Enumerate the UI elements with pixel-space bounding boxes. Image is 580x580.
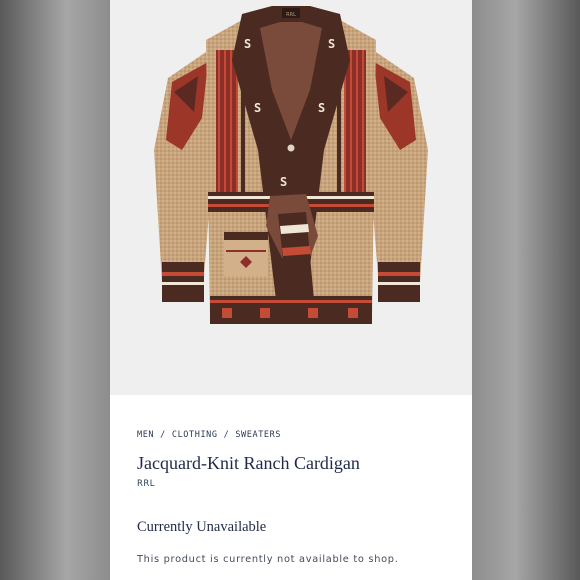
product-info: MEN / CLOTHING / SWEATERS Jacquard-Knit … — [110, 395, 472, 580]
availability-status: Currently Unavailable — [137, 519, 267, 535]
product-title: Jacquard-Knit Ranch Cardigan — [137, 453, 360, 473]
cardigan-illustration: S S S S S RRL — [154, 6, 428, 324]
product-card: S S S S S RRL MEN / CLOTHING / SWEATERS … — [110, 0, 472, 580]
breadcrumb-sweaters[interactable]: SWEATERS — [235, 430, 281, 440]
background-left-blur — [0, 0, 110, 580]
product-image[interactable]: S S S S S RRL — [110, 0, 472, 395]
svg-text:S: S — [254, 101, 261, 115]
background-right-blur — [472, 0, 580, 580]
breadcrumb-clothing[interactable]: CLOTHING — [172, 430, 218, 440]
breadcrumb-separator: / — [223, 430, 230, 440]
product-brand[interactable]: RRL — [137, 479, 155, 489]
breadcrumb-separator: / — [160, 430, 166, 440]
breadcrumb: MEN / CLOTHING / SWEATERS — [137, 430, 281, 440]
availability-note: This product is currently not available … — [137, 554, 399, 565]
svg-text:S: S — [328, 37, 335, 51]
svg-text:S: S — [318, 101, 325, 115]
collar-label: RRL — [286, 12, 296, 18]
svg-text:S: S — [280, 175, 287, 189]
svg-text:S: S — [244, 37, 251, 51]
breadcrumb-men[interactable]: MEN — [137, 430, 154, 440]
